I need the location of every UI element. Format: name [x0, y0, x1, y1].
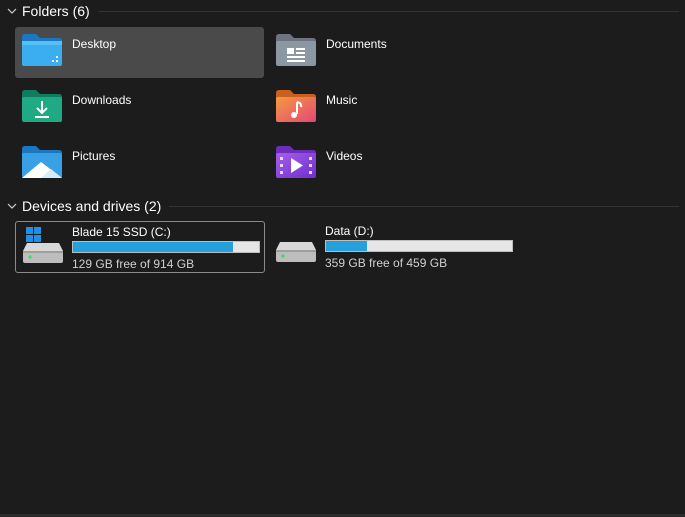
- folder-downloads[interactable]: Downloads: [15, 83, 264, 134]
- section-divider: [97, 10, 679, 12]
- folder-label: Music: [326, 93, 358, 107]
- folder-music[interactable]: Music: [269, 83, 518, 134]
- devices-section-header[interactable]: Devices and drives (2): [0, 195, 685, 217]
- drive-free-space: 359 GB free of 459 GB: [325, 256, 448, 270]
- folder-videos[interactable]: Videos: [269, 139, 518, 190]
- documents-folder-icon: [276, 34, 316, 66]
- folder-pictures[interactable]: Pictures: [15, 139, 264, 190]
- drive-d[interactable]: Data (D:) 359 GB free of 459 GB: [269, 221, 519, 273]
- devices-section-title: Devices and drives (2): [22, 198, 162, 214]
- drive-usage-fill: [73, 242, 233, 252]
- chevron-down-icon[interactable]: [7, 201, 17, 211]
- drive-usage-bar: [325, 240, 513, 252]
- folder-label: Desktop: [72, 37, 117, 51]
- folder-label: Documents: [326, 37, 387, 51]
- folder-label: Pictures: [72, 149, 116, 163]
- folder-label: Downloads: [72, 93, 132, 107]
- folder-desktop[interactable]: Desktop: [15, 27, 264, 78]
- drive-usage-fill: [326, 241, 367, 251]
- drive-name: Data (D:): [325, 224, 374, 238]
- drive-name: Blade 15 SSD (C:): [72, 225, 171, 239]
- desktop-folder-icon: [22, 34, 62, 66]
- folders-section-header[interactable]: Folders (6): [0, 0, 685, 22]
- downloads-folder-icon: [22, 90, 62, 122]
- chevron-down-icon[interactable]: [7, 6, 17, 16]
- pictures-folder-icon: [22, 146, 62, 178]
- folders-section-title: Folders (6): [22, 3, 90, 19]
- hard-drive-icon: [276, 242, 316, 262]
- drive-free-space: 129 GB free of 914 GB: [72, 257, 195, 271]
- folder-label: Videos: [326, 149, 363, 163]
- drive-c[interactable]: Blade 15 SSD (C:) 129 GB free of 914 GB: [15, 221, 265, 273]
- drive-usage-bar: [72, 241, 260, 253]
- music-folder-icon: [276, 90, 316, 122]
- folder-documents[interactable]: Documents: [269, 27, 518, 78]
- windows-drive-icon: [23, 227, 63, 263]
- section-divider: [169, 205, 679, 207]
- videos-folder-icon: [276, 146, 316, 178]
